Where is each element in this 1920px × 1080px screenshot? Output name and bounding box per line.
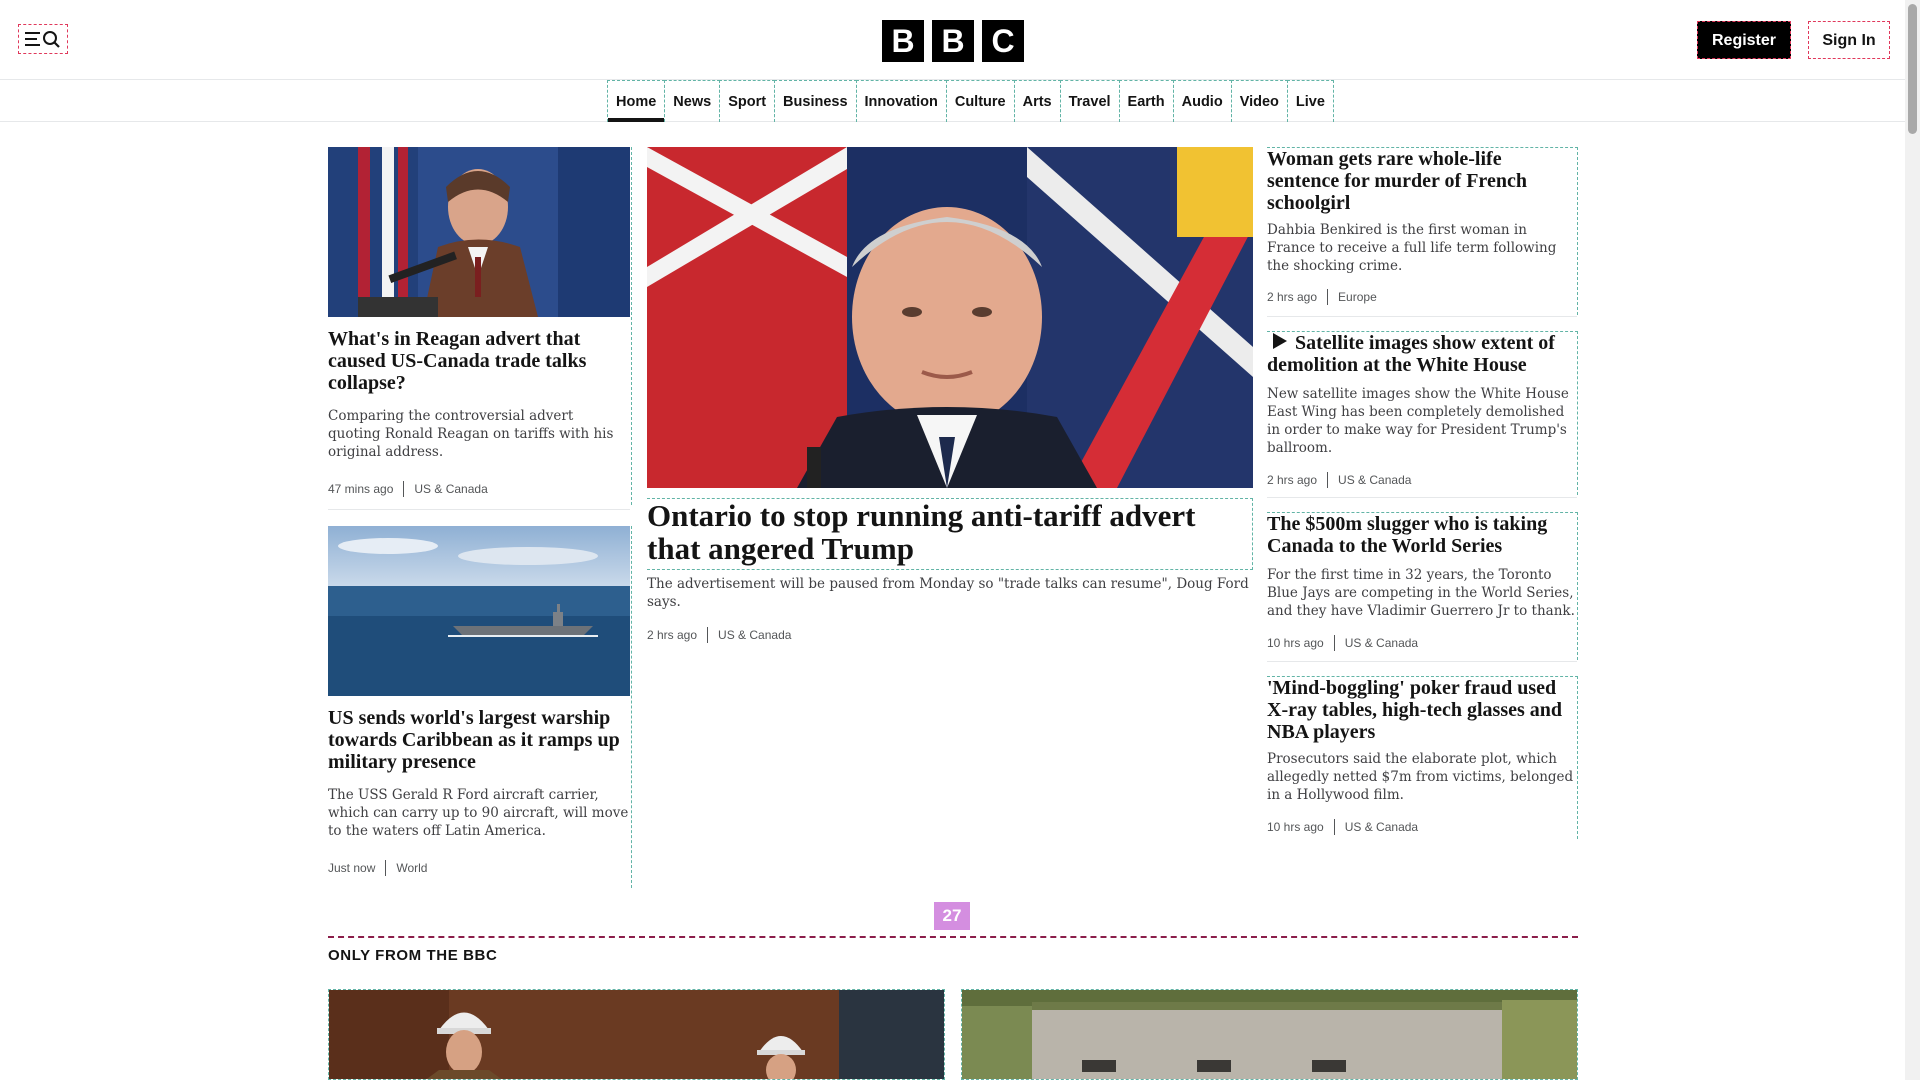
top-bar: B B C Register Sign In: [0, 0, 1905, 80]
lead-story-card[interactable]: Ontario to stop running anti-tariff adve…: [647, 147, 1253, 657]
reagan-photo[interactable]: [328, 147, 630, 317]
meta-separator: [1327, 289, 1329, 305]
register-button[interactable]: Register: [1697, 21, 1791, 59]
story-tag[interactable]: US & Canada: [414, 482, 487, 496]
story-summary: Comparing the controversial advert quoti…: [328, 408, 614, 460]
story-headline-text: Satellite images show extent of demoliti…: [1267, 332, 1555, 376]
story-tag[interactable]: US & Canada: [1345, 820, 1418, 834]
story-tag[interactable]: US & Canada: [1345, 636, 1418, 650]
story-summary: The USS Gerald R Ford aircraft carrier, …: [328, 787, 629, 839]
story-meta: 2 hrs ago US & Canada: [1267, 472, 1411, 488]
meta-separator: [403, 481, 405, 497]
section-rule: [328, 936, 1578, 938]
story-time: 10 hrs ago: [1267, 636, 1324, 650]
story-divider: [328, 509, 630, 510]
nav-item-innovation[interactable]: Innovation: [855, 80, 947, 122]
story-summary: Prosecutors said the elaborate plot, whi…: [1267, 751, 1574, 803]
sign-in-button[interactable]: Sign In: [1808, 21, 1890, 59]
story-card-sentence[interactable]: Woman gets rare whole-life sentence for …: [1267, 147, 1578, 315]
story-meta: 10 hrs ago US & Canada: [1267, 819, 1418, 835]
story-headline[interactable]: What's in Reagan advert that caused US-C…: [328, 328, 628, 394]
main-nav: Home News Sport Business Innovation Cult…: [0, 80, 1905, 122]
building-photo[interactable]: [962, 990, 1578, 1080]
lead-story-headline[interactable]: Ontario to stop running anti-tariff adve…: [647, 498, 1253, 570]
nav-item-live[interactable]: Live: [1286, 80, 1334, 122]
nav-item-audio[interactable]: Audio: [1172, 80, 1232, 122]
story-headline[interactable]: US sends world's largest warship towards…: [328, 707, 628, 773]
story-summary: New satellite images show the White Hous…: [1267, 386, 1569, 456]
menu-search-icon: [25, 31, 60, 48]
story-time: 2 hrs ago: [1267, 473, 1318, 487]
story-tag[interactable]: Europe: [1338, 290, 1377, 304]
meta-separator: [1333, 819, 1335, 835]
meta-separator: [707, 627, 709, 643]
feature-card-building[interactable]: [961, 989, 1578, 1080]
story-card-poker[interactable]: 'Mind-boggling' poker fraud used X-ray t…: [1267, 676, 1578, 839]
page-scrollbar[interactable]: [1905, 0, 1920, 1080]
meta-separator: [1327, 472, 1329, 488]
story-tag[interactable]: World: [396, 861, 427, 875]
lead-story-photo[interactable]: [647, 147, 1253, 488]
story-headline[interactable]: Satellite images show extent of demoliti…: [1267, 332, 1572, 376]
story-headline[interactable]: The $500m slugger who is taking Canada t…: [1267, 513, 1567, 557]
soldiers-photo[interactable]: [329, 990, 945, 1080]
nav-item-earth[interactable]: Earth: [1118, 80, 1174, 122]
menu-search-button[interactable]: [18, 24, 68, 54]
story-time: 2 hrs ago: [1267, 290, 1318, 304]
bbc-logo[interactable]: B B C: [882, 20, 1024, 62]
count-badge: 27: [934, 902, 970, 930]
meta-separator: [385, 860, 387, 876]
story-tag[interactable]: US & Canada: [718, 628, 791, 642]
story-time: Just now: [328, 861, 376, 875]
story-card-reagan[interactable]: What's in Reagan advert that caused US-C…: [328, 147, 632, 505]
warship-photo[interactable]: [328, 526, 630, 696]
story-divider: [1267, 497, 1577, 498]
nav-item-culture[interactable]: Culture: [945, 80, 1015, 122]
story-meta: 10 hrs ago US & Canada: [1267, 635, 1418, 651]
lead-story-meta: 2 hrs ago US & Canada: [647, 627, 791, 643]
story-time: 10 hrs ago: [1267, 820, 1324, 834]
story-meta: 2 hrs ago Europe: [1267, 289, 1377, 305]
story-headline[interactable]: 'Mind-boggling' poker fraud used X-ray t…: [1267, 677, 1577, 743]
nav-item-home[interactable]: Home: [607, 80, 666, 122]
story-summary: Dahbia Benkired is the first woman in Fr…: [1267, 222, 1557, 274]
nav-list: Home News Sport Business Innovation Cult…: [607, 80, 1334, 122]
story-summary: For the first time in 32 years, the Toro…: [1267, 567, 1575, 619]
nav-item-news[interactable]: News: [664, 80, 721, 122]
lead-story-summary: The advertisement will be paused from Mo…: [647, 576, 1249, 610]
scrollbar-thumb[interactable]: [1908, 4, 1917, 134]
logo-block-2: B: [932, 20, 974, 62]
play-icon: [1273, 333, 1287, 349]
story-tag[interactable]: US & Canada: [1338, 473, 1411, 487]
nav-item-arts[interactable]: Arts: [1013, 80, 1061, 122]
nav-item-business[interactable]: Business: [774, 80, 857, 122]
logo-block-3: C: [982, 20, 1024, 62]
story-time: 2 hrs ago: [647, 628, 698, 642]
story-divider: [1267, 316, 1577, 317]
story-card-satellite[interactable]: Satellite images show extent of demoliti…: [1267, 331, 1578, 495]
story-divider: [1267, 661, 1577, 662]
story-card-slugger[interactable]: The $500m slugger who is taking Canada t…: [1267, 512, 1578, 660]
nav-item-sport[interactable]: Sport: [719, 80, 776, 122]
story-time: 47 mins ago: [328, 482, 394, 496]
section-title: ONLY FROM THE BBC: [328, 947, 498, 964]
feature-card-soldiers[interactable]: [328, 989, 945, 1080]
nav-item-travel[interactable]: Travel: [1059, 80, 1120, 122]
logo-block-1: B: [882, 20, 924, 62]
story-card-warship[interactable]: US sends world's largest warship towards…: [328, 526, 632, 888]
story-meta: 47 mins ago US & Canada: [328, 481, 488, 497]
meta-separator: [1333, 635, 1335, 651]
story-meta: Just now World: [328, 860, 427, 876]
nav-item-video[interactable]: Video: [1230, 80, 1288, 122]
story-headline[interactable]: Woman gets rare whole-life sentence for …: [1267, 148, 1567, 214]
